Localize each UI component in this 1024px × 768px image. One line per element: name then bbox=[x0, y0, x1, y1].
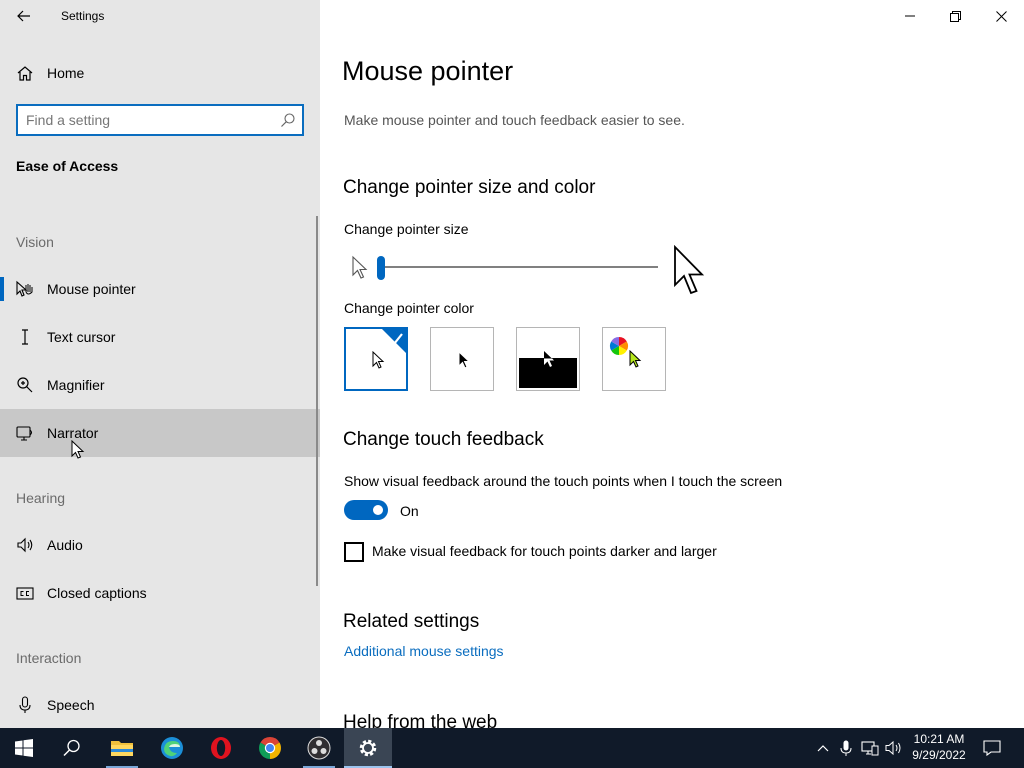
taskbar: 10:21 AM 9/29/2022 bbox=[0, 728, 1024, 768]
pointer-color-custom[interactable] bbox=[602, 327, 666, 391]
sidebar-item-label: Narrator bbox=[47, 425, 99, 441]
notification-icon bbox=[983, 740, 1001, 756]
settings-button[interactable] bbox=[344, 728, 392, 768]
section-title: Ease of Access bbox=[16, 158, 119, 174]
sidebar-item-narrator[interactable]: Narrator bbox=[0, 409, 320, 457]
search-input[interactable] bbox=[26, 111, 276, 129]
chrome-button[interactable] bbox=[246, 728, 294, 768]
network-tray-button[interactable] bbox=[859, 728, 881, 768]
edge-icon bbox=[161, 737, 183, 759]
pointer-size-slider-thumb[interactable] bbox=[377, 256, 385, 280]
obs-icon bbox=[307, 736, 331, 760]
main-content: Mouse pointer Make mouse pointer and tou… bbox=[320, 0, 1024, 728]
toggle-state-label: On bbox=[400, 503, 419, 519]
microphone-icon bbox=[840, 740, 852, 756]
sidebar-item-magnifier[interactable]: Magnifier bbox=[0, 361, 320, 409]
narrator-icon bbox=[16, 426, 33, 441]
sidebar-item-mouse-pointer[interactable]: Mouse pointer bbox=[0, 265, 320, 313]
sidebar-scrollbar[interactable] bbox=[316, 216, 318, 586]
opera-icon bbox=[211, 737, 231, 759]
start-icon bbox=[15, 739, 33, 757]
large-pointer-icon bbox=[674, 245, 705, 295]
group-label-vision: Vision bbox=[16, 234, 54, 250]
group-label-hearing: Hearing bbox=[16, 490, 66, 506]
volume-tray-button[interactable] bbox=[883, 728, 905, 768]
checkbox-label: Make visual feedback for touch points da… bbox=[372, 543, 717, 559]
closed-captions-icon bbox=[16, 587, 34, 600]
page-title: Mouse pointer bbox=[342, 56, 514, 86]
darker-larger-checkbox[interactable] bbox=[344, 542, 364, 562]
sidebar-item-label: Magnifier bbox=[47, 377, 105, 393]
chrome-icon bbox=[259, 737, 281, 759]
home-label: Home bbox=[47, 65, 85, 81]
selection-indicator bbox=[0, 277, 4, 301]
sidebar-item-speech[interactable]: Speech bbox=[0, 681, 320, 728]
black-pointer-icon bbox=[458, 351, 471, 369]
sidebar-item-label: Speech bbox=[47, 697, 95, 713]
home-icon bbox=[17, 66, 33, 81]
group-label-interaction: Interaction bbox=[16, 650, 82, 666]
sidebar-item-label: Audio bbox=[47, 537, 83, 553]
help-heading: Help from the web bbox=[343, 712, 498, 728]
additional-mouse-settings-link[interactable]: Additional mouse settings bbox=[344, 643, 504, 659]
speaker-icon bbox=[17, 537, 33, 553]
file-explorer-button[interactable] bbox=[98, 728, 146, 768]
taskbar-search-button[interactable] bbox=[48, 728, 96, 768]
small-pointer-icon bbox=[352, 255, 368, 279]
volume-icon bbox=[885, 740, 901, 756]
inverted-pointer-icon bbox=[544, 351, 554, 367]
related-settings-heading: Related settings bbox=[343, 611, 480, 632]
action-center-button[interactable] bbox=[978, 728, 1006, 768]
obs-button[interactable] bbox=[295, 728, 343, 768]
white-pointer-icon bbox=[372, 351, 385, 369]
text-cursor-icon bbox=[22, 329, 28, 345]
touch-feedback-toggle[interactable] bbox=[344, 500, 388, 520]
settings-icon bbox=[359, 739, 377, 757]
pointer-color-black[interactable] bbox=[430, 327, 494, 391]
opera-button[interactable] bbox=[197, 728, 245, 768]
touch-feedback-heading: Change touch feedback bbox=[343, 429, 544, 450]
network-icon bbox=[861, 741, 879, 756]
sidebar-item-text-cursor[interactable]: Text cursor bbox=[0, 313, 320, 361]
pointer-color-inverted[interactable] bbox=[516, 327, 580, 391]
chevron-up-icon bbox=[817, 745, 829, 752]
clock-date: 9/29/2022 bbox=[912, 748, 966, 762]
search-box[interactable] bbox=[16, 104, 304, 136]
sidebar-item-label: Closed captions bbox=[47, 585, 147, 601]
back-arrow-icon bbox=[17, 10, 30, 22]
toggle-knob bbox=[373, 505, 383, 515]
sidebar-item-label: Text cursor bbox=[47, 329, 116, 345]
app-title: Settings bbox=[61, 9, 105, 23]
sidebar-item-closed-captions[interactable]: Closed captions bbox=[0, 569, 320, 617]
pointer-size-label: Change pointer size bbox=[344, 221, 469, 237]
touch-feedback-label: Show visual feedback around the touch po… bbox=[344, 473, 783, 489]
microphone-icon bbox=[19, 696, 31, 713]
pointer-size-slider-track[interactable] bbox=[382, 266, 658, 268]
microphone-tray-button[interactable] bbox=[836, 728, 856, 768]
sidebar-item-label: Mouse pointer bbox=[47, 281, 136, 297]
mouse-pointer-icon bbox=[16, 280, 33, 297]
clock[interactable]: 10:21 AM 9/29/2022 bbox=[905, 731, 973, 763]
sidebar: Settings Home Ease of Access Vision Mous… bbox=[0, 0, 320, 728]
sidebar-item-audio[interactable]: Audio bbox=[0, 521, 320, 569]
page-description: Make mouse pointer and touch feedback ea… bbox=[344, 112, 685, 128]
start-button[interactable] bbox=[0, 728, 48, 768]
color-wheel-icon bbox=[609, 337, 629, 355]
back-button[interactable] bbox=[10, 4, 38, 28]
clock-time: 10:21 AM bbox=[913, 732, 965, 746]
pointer-color-label: Change pointer color bbox=[344, 300, 474, 316]
search-icon bbox=[63, 739, 80, 757]
custom-pointer-icon bbox=[629, 350, 642, 368]
file-explorer-icon bbox=[111, 741, 133, 756]
sidebar-home[interactable]: Home bbox=[0, 57, 320, 89]
magnifier-icon bbox=[17, 377, 33, 393]
pointer-color-white[interactable] bbox=[344, 327, 408, 391]
size-color-heading: Change pointer size and color bbox=[343, 177, 596, 198]
mouse-cursor-icon bbox=[71, 440, 85, 459]
edge-button[interactable] bbox=[148, 728, 196, 768]
show-hidden-icons-button[interactable] bbox=[812, 728, 834, 768]
search-icon bbox=[281, 113, 295, 127]
